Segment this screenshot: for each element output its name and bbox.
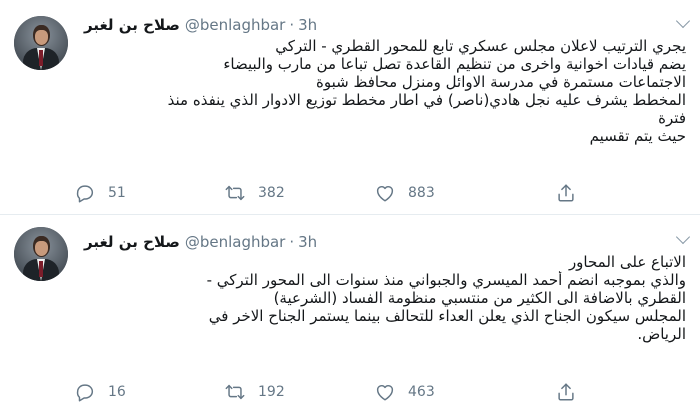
- author-handle[interactable]: @benlaghbar: [185, 16, 286, 34]
- tweet-timestamp[interactable]: 3h: [298, 233, 317, 251]
- tweet-text: الاتباع على المحاور والذي بموجبه انضم أح…: [88, 253, 686, 343]
- tweet-header: صلاح بن لغبر @benlaghbar · 3h: [84, 14, 317, 36]
- reply-count: 16: [108, 384, 126, 400]
- author-handle[interactable]: @benlaghbar: [185, 233, 286, 251]
- like-button[interactable]: 883: [374, 181, 524, 205]
- tweet-text: يجري الترتيب لاعلان مجلس عسكري تابع للمح…: [88, 37, 686, 145]
- tweet-text-line: يضم قيادات اخوانية واخرى من تنظيم القاعد…: [223, 55, 686, 73]
- author-name[interactable]: صلاح بن لغبر: [84, 16, 180, 34]
- like-count: 463: [408, 384, 435, 400]
- separator-dot: ·: [289, 16, 295, 34]
- heart-icon: [374, 381, 396, 403]
- tweet-text-line: الرياض.: [637, 325, 686, 343]
- tweet-text-line: القطري بالاضافة الى الكثير من منتسبي منظ…: [273, 289, 686, 307]
- tweet-text-line: الاتباع على المحاور: [568, 253, 686, 271]
- tweet-text-line: فترة: [658, 109, 686, 127]
- retweet-count: 382: [258, 185, 285, 201]
- share-icon: [555, 381, 577, 403]
- tweet-text-line: يجري الترتيب لاعلان مجلس عسكري تابع للمح…: [275, 37, 686, 55]
- retweet-count: 192: [258, 384, 285, 400]
- tweet-header: صلاح بن لغبر @benlaghbar · 3h: [84, 231, 317, 253]
- tweet[interactable]: صلاح بن لغبر @benlaghbar · 3h الاتباع عل…: [0, 220, 700, 413]
- tweet-text-line: المجلس سيكون الجناح الذي يعلن العداء للت…: [208, 307, 686, 325]
- share-button[interactable]: [555, 381, 577, 403]
- chevron-down-icon[interactable]: [675, 13, 691, 29]
- tweet-actions: 16 192 463: [74, 380, 524, 404]
- reply-button[interactable]: 51: [74, 181, 224, 205]
- tweet-text-line: حيث يتم تقسيم: [589, 127, 686, 145]
- like-button[interactable]: 463: [374, 380, 524, 404]
- avatar[interactable]: [14, 16, 68, 70]
- share-icon: [555, 182, 577, 204]
- retweet-icon: [224, 182, 246, 204]
- heart-icon: [374, 182, 396, 204]
- retweet-button[interactable]: 382: [224, 181, 374, 205]
- separator-dot: ·: [289, 233, 295, 251]
- tweet-text-line: الاجتماعات مستمرة في مدرسة الاوائل ومنزل…: [315, 73, 686, 91]
- reply-count: 51: [108, 185, 126, 201]
- tweet[interactable]: صلاح بن لغبر @benlaghbar · 3h يجري الترت…: [0, 0, 700, 215]
- tweet-text-line: المخطط يشرف عليه نجل هادي(ناصر) في اطار …: [167, 91, 686, 109]
- author-name[interactable]: صلاح بن لغبر: [84, 233, 180, 251]
- reply-button[interactable]: 16: [74, 380, 224, 404]
- retweet-button[interactable]: 192: [224, 380, 374, 404]
- tweet-actions: 51 382 883: [74, 181, 524, 205]
- reply-icon: [74, 182, 96, 204]
- avatar[interactable]: [14, 227, 68, 281]
- retweet-icon: [224, 381, 246, 403]
- share-button[interactable]: [555, 182, 577, 204]
- tweet-text-line: والذي بموجبه انضم أحمد الميسري والجبواني…: [206, 271, 686, 289]
- reply-icon: [74, 381, 96, 403]
- tweet-timestamp[interactable]: 3h: [298, 16, 317, 34]
- like-count: 883: [408, 185, 435, 201]
- chevron-down-icon[interactable]: [675, 229, 691, 245]
